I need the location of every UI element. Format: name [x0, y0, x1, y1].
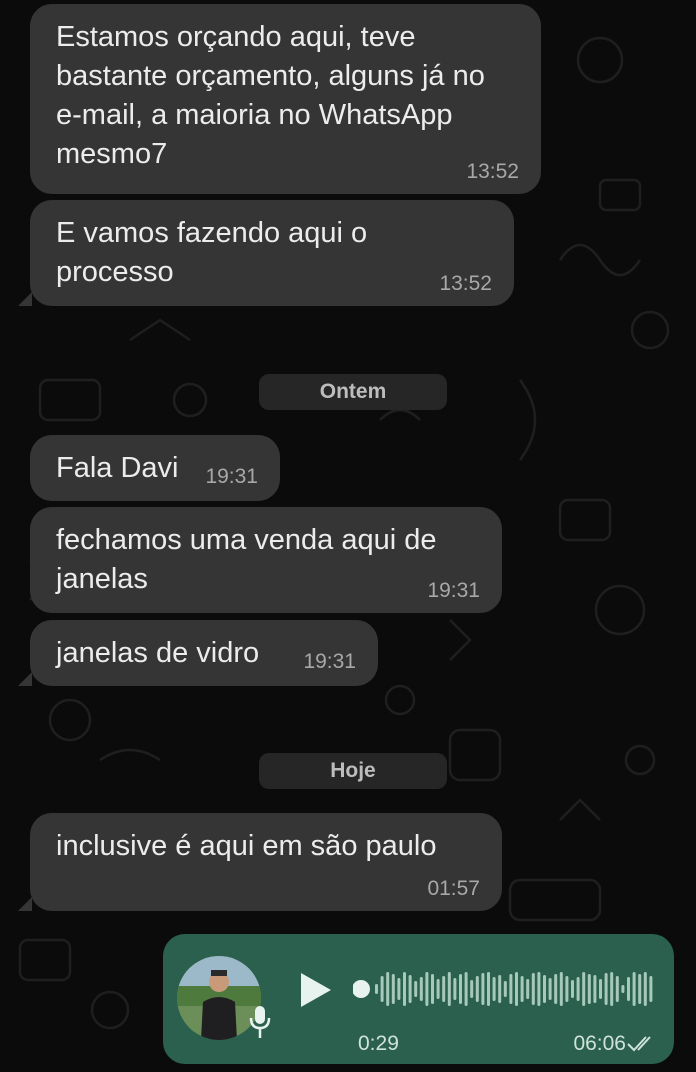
- play-icon[interactable]: [295, 970, 335, 1010]
- message-time: 19:31: [205, 465, 258, 488]
- waveform-bar: [520, 976, 524, 1002]
- waveform-bar: [571, 980, 574, 998]
- waveform-bar: [470, 980, 474, 998]
- waveform-bar: [442, 976, 446, 1002]
- message-bubble[interactable]: Estamos orçando aqui, teve bastante orça…: [30, 4, 541, 194]
- voice-message-bubble[interactable]: 0:29 06:06: [163, 934, 674, 1064]
- message-bubble[interactable]: inclusive é aqui em são paulo 01:57: [30, 813, 502, 911]
- waveform-bar: [436, 979, 440, 999]
- waveform-bar: [559, 972, 563, 1006]
- waveform-bar: [509, 974, 513, 1004]
- message-time: 06:06: [573, 1032, 626, 1055]
- waveform-bar: [649, 976, 653, 1002]
- waveform-bar: [615, 976, 619, 1002]
- waveform-bar: [487, 972, 490, 1006]
- waveform-bar: [531, 973, 535, 1005]
- waveform-bar: [610, 972, 614, 1006]
- waveform-bar: [475, 976, 479, 1002]
- waveform-bar: [459, 974, 462, 1004]
- waveform-bar: [621, 985, 625, 993]
- waveform-bar: [587, 974, 591, 1004]
- waveform-bar: [593, 975, 597, 1003]
- message-time: 19:31: [303, 650, 356, 673]
- waveform-bar: [632, 972, 636, 1006]
- waveform-bar: [408, 975, 412, 1003]
- waveform-bar: [576, 977, 580, 1001]
- message-bubble[interactable]: E vamos fazendo aqui o processo 13:52: [30, 200, 514, 306]
- message-time: 13:52: [439, 272, 492, 295]
- waveform-bar: [582, 972, 586, 1006]
- waveform-bar: [627, 977, 630, 1001]
- waveform-bar: [431, 974, 434, 1004]
- message-bubble[interactable]: janelas de vidro 19:31: [30, 620, 378, 686]
- read-ticks-icon: [627, 1036, 651, 1052]
- waveform-bar: [498, 975, 502, 1003]
- waveform-bar: [565, 976, 569, 1002]
- bubble-tail: [18, 897, 32, 911]
- date-divider: Ontem: [259, 374, 447, 410]
- message-time: 01:57: [427, 877, 480, 900]
- playback-position-handle[interactable]: [353, 980, 370, 998]
- waveform-bar: [537, 972, 541, 1006]
- microphone-icon: [249, 1006, 271, 1038]
- waveform-bar: [604, 973, 608, 1005]
- bubble-tail: [18, 292, 32, 306]
- waveform-bar: [375, 984, 378, 994]
- waveform-bar: [515, 972, 518, 1006]
- waveform-bar: [419, 977, 423, 1001]
- waveform-bar: [453, 978, 457, 1000]
- message-time: 19:31: [427, 579, 480, 602]
- waveform-bar: [643, 972, 647, 1006]
- message-bubble[interactable]: Fala Davi 19:31: [30, 435, 280, 501]
- waveform-bar: [464, 972, 468, 1006]
- waveform-bar: [543, 975, 546, 1003]
- bubble-tail: [18, 672, 32, 686]
- message-time: 13:52: [466, 160, 519, 183]
- voice-duration: 0:29: [358, 1032, 399, 1055]
- waveform-bar: [503, 981, 507, 997]
- waveform-bar: [397, 978, 401, 1000]
- message-text: E vamos fazendo aqui o processo: [56, 217, 376, 288]
- waveform-bar: [599, 979, 602, 999]
- waveform-bar: [481, 973, 485, 1005]
- waveform-bar: [548, 978, 552, 1000]
- waveform-bar: [380, 976, 384, 1002]
- message-bubble[interactable]: fechamos uma venda aqui de janelas 19:31: [30, 507, 502, 613]
- waveform-bar: [526, 979, 530, 999]
- audio-waveform[interactable]: [353, 964, 653, 1014]
- message-text: inclusive é aqui em são paulo: [56, 830, 437, 862]
- waveform-bar: [425, 972, 429, 1006]
- waveform-bar: [414, 981, 418, 997]
- date-divider: Hoje: [259, 753, 447, 789]
- message-text: Estamos orçando aqui, teve bastante orça…: [56, 21, 493, 170]
- waveform-bar: [391, 974, 395, 1004]
- waveform-bar: [554, 974, 558, 1004]
- waveform-bar: [638, 974, 642, 1004]
- waveform-bar: [492, 977, 496, 1001]
- waveform-bar: [447, 972, 451, 1006]
- waveform-bar: [386, 972, 390, 1006]
- waveform-bar: [403, 972, 406, 1006]
